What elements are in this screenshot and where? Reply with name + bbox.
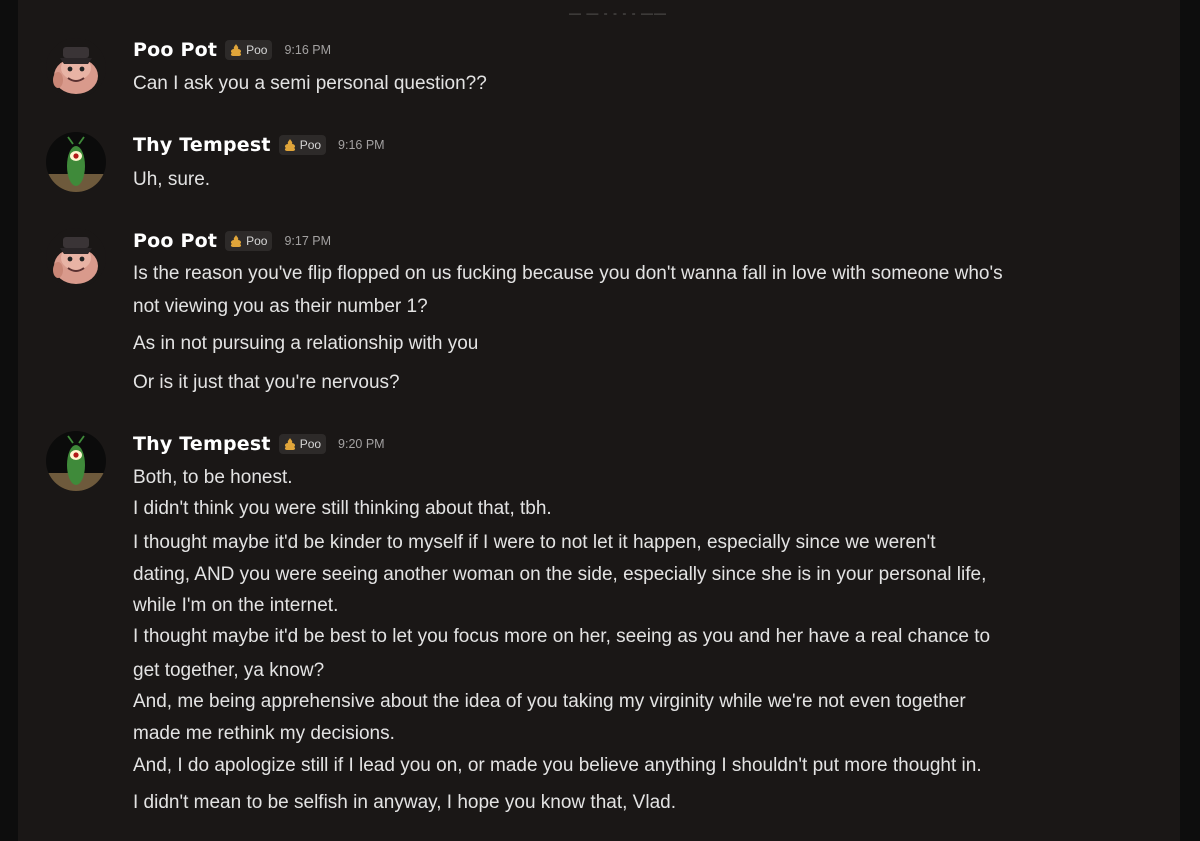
message-text: while I'm on the internet. — [133, 595, 339, 616]
server-tag-label: Poo — [299, 138, 322, 152]
server-tag-label: Poo — [246, 234, 268, 248]
username[interactable]: Thy Tempest — [133, 134, 271, 156]
chat-panel: — — - - - - —— Poo Pot Poo 9:16 PM Can I… — [18, 0, 1180, 841]
message-header: Thy Tempest Poo 9:20 PM — [133, 431, 385, 457]
server-tag-label: Poo — [246, 43, 268, 57]
message-text: And, I do apologize still if I lead you … — [133, 755, 982, 776]
server-tag[interactable]: Poo — [225, 40, 273, 60]
poo-emoji-icon — [284, 438, 295, 450]
server-tag[interactable]: Poo — [278, 434, 327, 454]
server-tag[interactable]: Poo — [225, 231, 273, 251]
timestamp[interactable]: 9:16 PM — [284, 43, 331, 57]
poo-emoji-icon — [231, 44, 242, 56]
message-text: I didn't think you were still thinking a… — [133, 498, 552, 519]
message-text: And, me being apprehensive about the ide… — [133, 691, 966, 712]
message-text: Is the reason you've flip flopped on us … — [133, 263, 1003, 284]
timestamp[interactable]: 9:16 PM — [338, 138, 385, 152]
message-text: made me rethink my decisions. — [133, 723, 395, 744]
avatar[interactable] — [46, 132, 106, 192]
message-text: Can I ask you a semi personal question?? — [133, 73, 487, 94]
avatar[interactable] — [46, 228, 106, 288]
message-header: Poo Pot Poo 9:16 PM — [133, 37, 331, 63]
avatar[interactable] — [46, 431, 106, 491]
message-header: Poo Pot Poo 9:17 PM — [133, 228, 331, 254]
poo-emoji-icon — [284, 139, 295, 151]
cartoon-character-avatar-icon — [46, 38, 106, 98]
username[interactable]: Thy Tempest — [133, 433, 271, 455]
avatar[interactable] — [46, 38, 106, 98]
message-text: As in not pursuing a relationship with y… — [133, 333, 479, 354]
message-text: Or is it just that you're nervous? — [133, 372, 400, 393]
message-text: I thought maybe it'd be best to let you … — [133, 626, 991, 647]
date-divider: — — - - - - —— — [569, 6, 667, 20]
message-text: I didn't mean to be selfish in anyway, I… — [133, 792, 676, 813]
message-text: dating, AND you were seeing another woma… — [133, 564, 987, 585]
server-tag[interactable]: Poo — [278, 135, 327, 155]
server-tag-label: Poo — [299, 437, 322, 451]
message-text: I thought maybe it'd be kinder to myself… — [133, 532, 936, 553]
message-text: Uh, sure. — [133, 169, 211, 190]
username[interactable]: Poo Pot — [133, 230, 217, 252]
plankton-avatar-icon — [46, 132, 106, 192]
message-text: not viewing you as their number 1? — [133, 296, 428, 317]
message-header: Thy Tempest Poo 9:16 PM — [133, 132, 385, 158]
message-text: get together, ya know? — [133, 660, 325, 681]
username[interactable]: Poo Pot — [133, 39, 217, 61]
timestamp[interactable]: 9:17 PM — [284, 234, 331, 248]
message-text: Both, to be honest. — [133, 467, 293, 488]
timestamp[interactable]: 9:20 PM — [338, 437, 385, 451]
cartoon-character-avatar-icon — [46, 228, 106, 288]
poo-emoji-icon — [231, 235, 242, 247]
plankton-avatar-icon — [46, 431, 106, 491]
